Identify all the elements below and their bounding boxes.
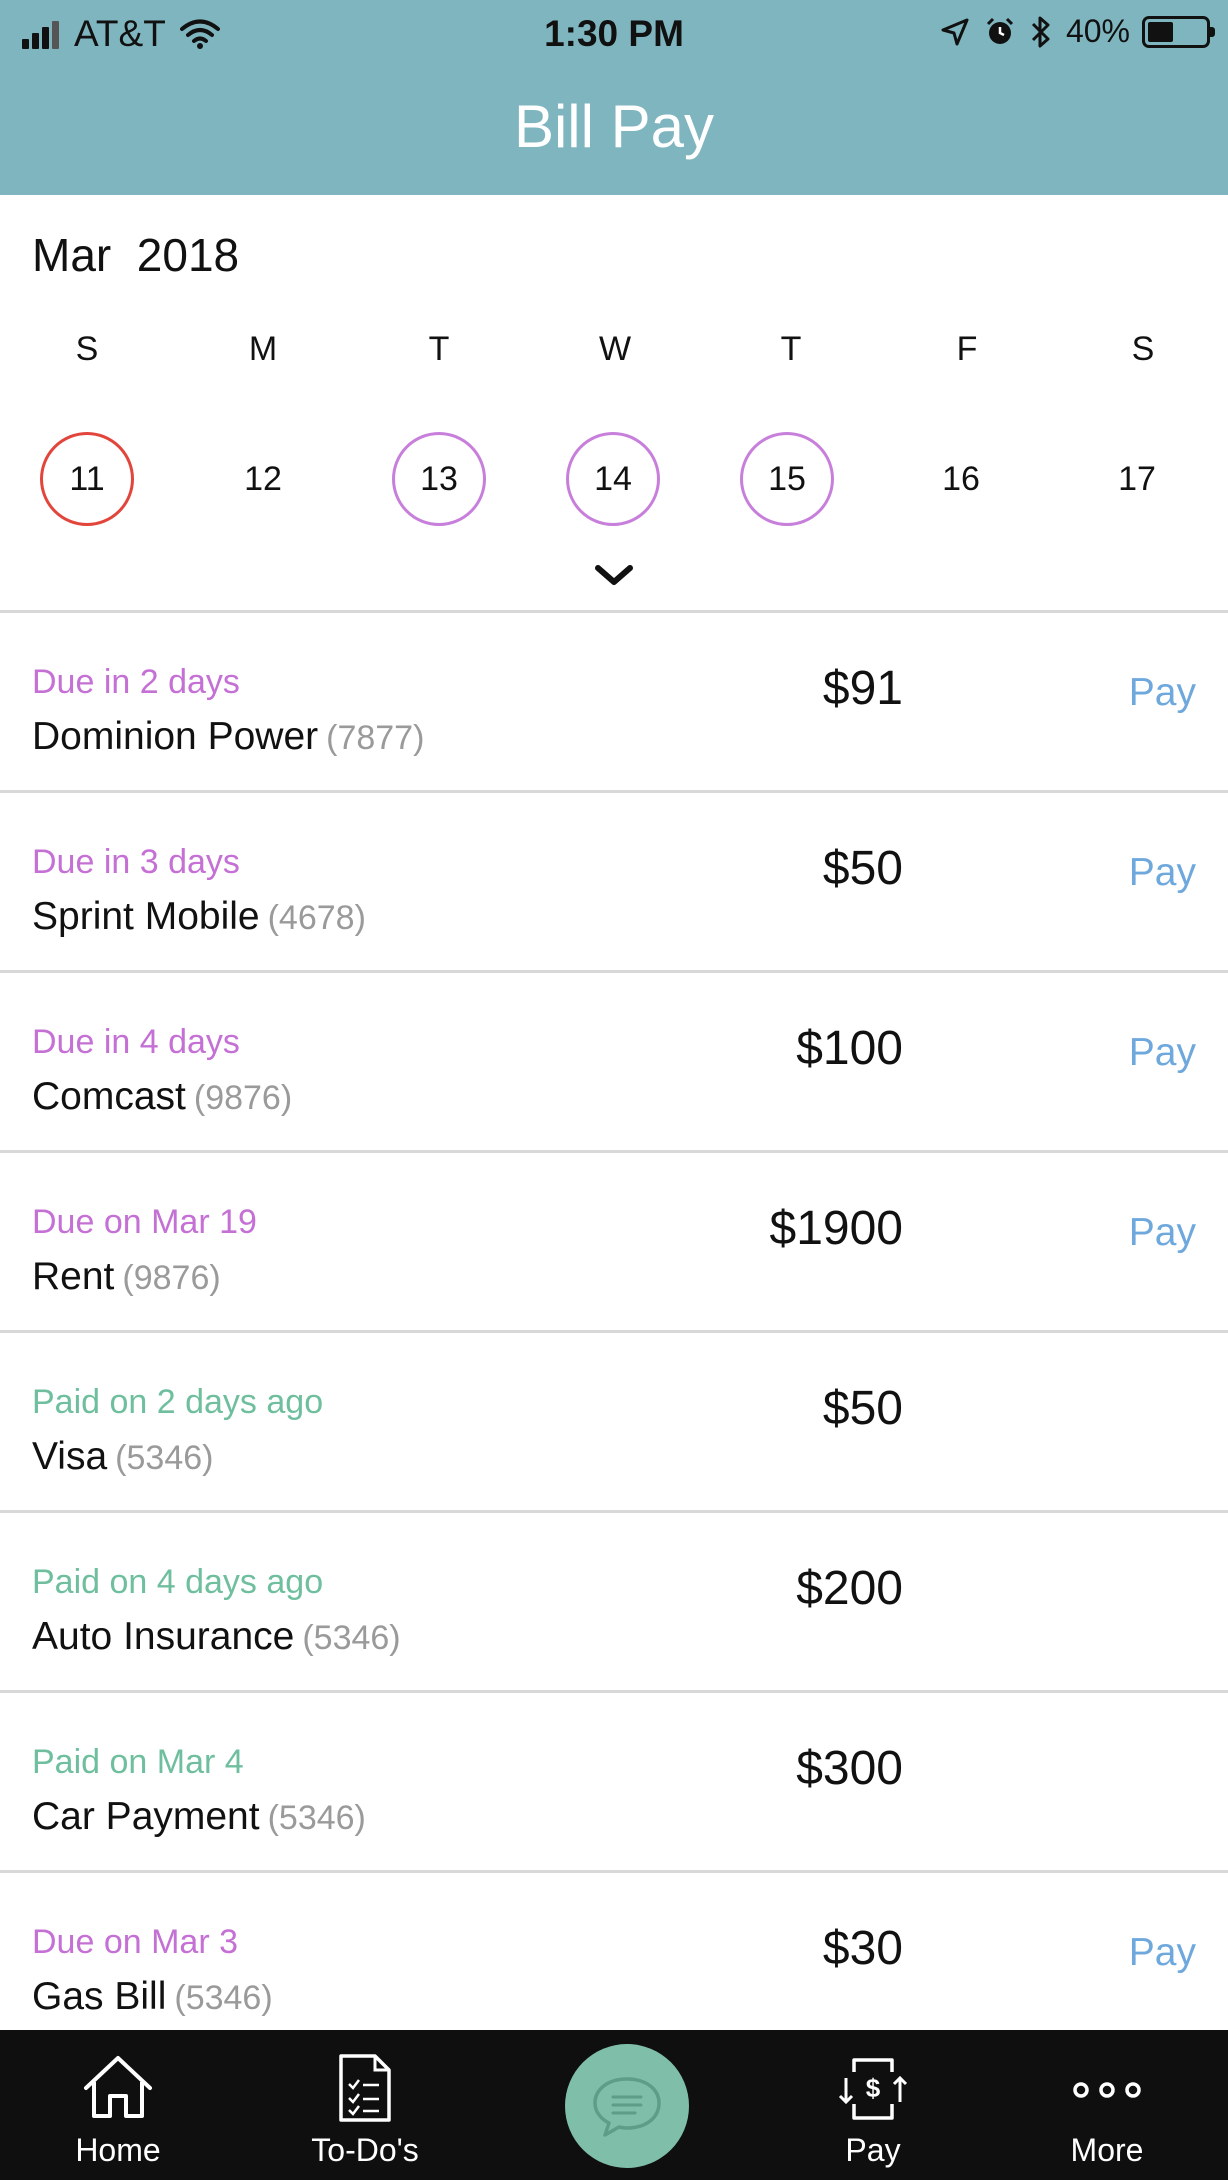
calendar-month-label[interactable]: Mar 2018 bbox=[32, 228, 239, 282]
calendar-day[interactable]: 12 bbox=[216, 432, 310, 526]
bill-row[interactable]: Due on Mar 19 Rent (9876) $1900 Pay bbox=[0, 1150, 1228, 1330]
bill-status: Due in 2 days bbox=[32, 663, 240, 701]
chat-button[interactable] bbox=[565, 2044, 689, 2168]
more-dots-icon bbox=[1073, 2082, 1141, 2098]
bill-row[interactable]: Paid on Mar 4 Car Payment (5346) $300 bbox=[0, 1690, 1228, 1870]
battery-percent: 40% bbox=[1065, 13, 1130, 49]
bluetooth-icon bbox=[1031, 16, 1050, 47]
calendar-day[interactable]: 15 bbox=[740, 432, 834, 526]
weekday-thursday: T bbox=[780, 330, 802, 368]
battery-icon bbox=[1142, 15, 1215, 48]
chat-bubble-icon bbox=[593, 2077, 661, 2137]
pay-button[interactable]: Pay bbox=[1129, 671, 1196, 715]
bill-status: Due in 4 days bbox=[32, 1023, 240, 1061]
bill-name-line: Sprint Mobile (4678) bbox=[32, 895, 366, 939]
calendar-day[interactable]: 11 bbox=[40, 432, 134, 526]
bill-account: (5346) bbox=[174, 1979, 273, 2017]
bill-name: Car Payment bbox=[32, 1795, 260, 1838]
bill-amount: $50 bbox=[822, 842, 903, 895]
bill-row[interactable]: Due in 4 days Comcast (9876) $100 Pay bbox=[0, 970, 1228, 1150]
bill-name: Visa bbox=[32, 1435, 108, 1478]
bill-amount: $91 bbox=[822, 662, 903, 715]
tab-more[interactable]: More bbox=[1007, 2030, 1207, 2180]
pay-button[interactable]: Pay bbox=[1129, 1031, 1196, 1075]
bill-status: Due on Mar 19 bbox=[32, 1203, 257, 1241]
page-title: Bill Pay bbox=[513, 93, 715, 160]
svg-text:$: $ bbox=[866, 2073, 881, 2103]
status-bar: AT&T 1:30 PM 40% bbox=[0, 0, 1228, 72]
tab-home-label: Home bbox=[75, 2132, 161, 2168]
calendar-year: 2018 bbox=[136, 229, 240, 281]
bill-name-line: Auto Insurance (5346) bbox=[32, 1615, 401, 1659]
tab-pay-label: Pay bbox=[845, 2132, 901, 2168]
bill-account: (9876) bbox=[122, 1259, 221, 1297]
bill-row[interactable]: Due on Mar 3 Gas Bill (5346) $30 Pay bbox=[0, 1870, 1228, 2050]
weekday-wednesday: W bbox=[598, 330, 632, 368]
calendar-day[interactable]: 16 bbox=[914, 432, 1008, 526]
bill-row[interactable]: Paid on 2 days ago Visa (5346) $50 bbox=[0, 1330, 1228, 1510]
pay-button[interactable]: Pay bbox=[1129, 851, 1196, 895]
bill-name-line: Comcast (9876) bbox=[32, 1075, 292, 1119]
bill-account: (9876) bbox=[193, 1079, 293, 1117]
bill-amount: $1900 bbox=[769, 1202, 903, 1255]
bill-amount: $200 bbox=[796, 1562, 903, 1615]
bill-account: (5346) bbox=[267, 1799, 366, 1837]
status-right: 40% bbox=[926, 13, 1215, 50]
calendar-day[interactable]: 13 bbox=[392, 432, 486, 526]
battery-fill bbox=[1148, 21, 1173, 42]
bill-name: Auto Insurance bbox=[32, 1615, 295, 1658]
pay-icon: $ bbox=[838, 2058, 908, 2120]
calendar-month: Mar bbox=[32, 229, 112, 281]
bill-amount: $300 bbox=[796, 1742, 903, 1795]
bill-name: Gas Bill bbox=[32, 1975, 167, 2018]
bill-account: (7877) bbox=[326, 719, 425, 757]
bill-status: Due on Mar 3 bbox=[32, 1923, 238, 1961]
weekday-monday: M bbox=[248, 330, 278, 368]
home-icon bbox=[84, 2056, 152, 2118]
expand-calendar-chevron-icon[interactable] bbox=[590, 560, 638, 590]
bill-status: Paid on 4 days ago bbox=[32, 1563, 324, 1601]
tab-home[interactable]: Home bbox=[18, 2030, 218, 2180]
bill-account: (4678) bbox=[267, 899, 366, 937]
bill-name: Dominion Power bbox=[32, 715, 319, 758]
tab-todos-label: To-Do's bbox=[311, 2132, 419, 2168]
calendar-day[interactable]: 17 bbox=[1090, 432, 1184, 526]
bill-row[interactable]: Paid on 4 days ago Auto Insurance (5346) … bbox=[0, 1510, 1228, 1690]
calendar-day[interactable]: 14 bbox=[566, 432, 660, 526]
bill-name-line: Visa (5346) bbox=[32, 1435, 213, 1479]
weekday-saturday: S bbox=[1131, 330, 1155, 368]
bill-name: Rent bbox=[32, 1255, 115, 1298]
alarm-icon bbox=[986, 17, 1014, 44]
calendar-day-row: 11 12 13 14 15 16 17 bbox=[0, 432, 1228, 532]
weekday-tuesday: T bbox=[428, 330, 450, 368]
weekday-friday: F bbox=[956, 330, 978, 368]
bill-account: (5346) bbox=[302, 1619, 401, 1657]
bill-account: (5346) bbox=[115, 1439, 214, 1477]
bill-status: Paid on Mar 4 bbox=[32, 1743, 244, 1781]
weekday-sunday: S bbox=[75, 330, 99, 368]
bill-name-line: Gas Bill (5346) bbox=[32, 1975, 273, 2019]
bill-status: Due in 3 days bbox=[32, 843, 240, 881]
checklist-icon bbox=[339, 2054, 391, 2122]
tab-pay[interactable]: $ Pay bbox=[773, 2030, 973, 2180]
bill-name: Comcast bbox=[32, 1075, 186, 1118]
location-arrow-icon bbox=[941, 18, 969, 45]
calendar-weekday-row: S M T W T F S bbox=[0, 330, 1228, 380]
pay-button[interactable]: Pay bbox=[1129, 1931, 1196, 1975]
bill-amount: $100 bbox=[796, 1022, 903, 1075]
bill-name: Sprint Mobile bbox=[32, 895, 260, 938]
bill-row[interactable]: Due in 3 days Sprint Mobile (4678) $50 Pa… bbox=[0, 790, 1228, 970]
bill-row[interactable]: Due in 2 days Dominion Power (7877) $91 P… bbox=[0, 610, 1228, 790]
bill-name-line: Car Payment (5346) bbox=[32, 1795, 366, 1839]
bill-name-line: Rent (9876) bbox=[32, 1255, 221, 1299]
bill-amount: $50 bbox=[822, 1382, 903, 1435]
tab-todos[interactable]: To-Do's bbox=[265, 2030, 465, 2180]
bill-amount: $30 bbox=[822, 1922, 903, 1975]
bill-name-line: Dominion Power (7877) bbox=[32, 715, 424, 759]
pay-button[interactable]: Pay bbox=[1129, 1211, 1196, 1255]
bill-status: Paid on 2 days ago bbox=[32, 1383, 324, 1421]
tab-more-label: More bbox=[1070, 2132, 1144, 2168]
header-bar: AT&T 1:30 PM 40% Bill Pay bbox=[0, 0, 1228, 195]
